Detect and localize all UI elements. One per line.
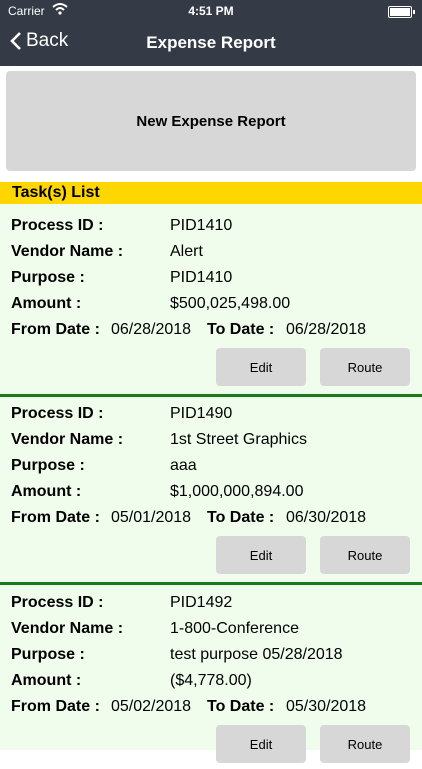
to-date-label: To Date : [207,321,275,338]
from-date-label: From Date : [11,321,100,338]
purpose-label: Purpose : [11,269,85,286]
page-title: Expense Report [146,33,276,52]
vendor-name-value: 1st Street Graphics [170,431,307,448]
purpose-label: Purpose : [11,646,85,663]
route-button[interactable]: Route [320,348,410,386]
purpose-value: PID1410 [170,269,233,286]
battery-icon [388,6,415,18]
from-date-label: From Date : [11,698,100,715]
edit-button[interactable]: Edit [216,348,306,386]
task-card: Process ID : PID1410 Vendor Name : Alert P… [0,204,422,397]
amount-label: Amount : [11,483,82,500]
vendor-name-value: Alert [170,243,203,260]
edit-button[interactable]: Edit [216,725,306,763]
tasks-list-title: Task(s) List [12,184,100,201]
process-id-label: Process ID : [11,405,104,422]
to-date-value: 06/30/2018 [286,509,367,526]
to-date-label: To Date : [207,509,275,526]
status-bar: Carrier 4:51 PM [0,0,422,22]
to-date-value: 06/28/2018 [286,321,367,338]
from-date-value: 06/28/2018 [111,321,192,338]
task-card: Process ID : PID1490 Vendor Name : 1st Str… [0,392,422,585]
vendor-name-label: Vendor Name : [11,243,124,260]
vendor-name-label: Vendor Name : [11,620,124,637]
amount-value: ($4,778.00) [170,672,252,689]
from-date-label: From Date : [11,509,100,526]
amount-value: $500,025,498.00 [170,295,291,312]
purpose-label: Purpose : [11,457,85,474]
vendor-name-value: 1-800-Conference [170,620,299,637]
purpose-value: test purpose 05/28/2018 [170,646,343,663]
amount-label: Amount : [11,672,82,689]
task-list[interactable]: Process ID : PID1410 Vendor Name : Alert P… [0,204,422,763]
purpose-value: aaa [170,457,197,474]
to-date-label: To Date : [207,698,275,715]
from-date-value: 05/02/2018 [111,698,192,715]
route-button[interactable]: Route [320,725,410,763]
amount-value: $1,000,000,894.00 [170,483,304,500]
tasks-list-header: Task(s) List [0,182,422,204]
nav-header: Carrier 4:51 PM Back Expense Report [0,0,422,66]
process-id-label: Process ID : [11,217,104,234]
status-time: 4:51 PM [188,4,234,18]
process-id-value: PID1490 [170,405,233,422]
process-id-label: Process ID : [11,594,104,611]
new-expense-report-button[interactable]: New Expense Report [6,71,416,171]
edit-button[interactable]: Edit [216,536,306,574]
route-button[interactable]: Route [320,536,410,574]
amount-label: Amount : [11,295,82,312]
from-date-value: 05/01/2018 [111,509,192,526]
task-card: Process ID : PID1492 Vendor Name : 1-800-C… [0,581,422,769]
vendor-name-label: Vendor Name : [11,431,124,448]
process-id-value: PID1492 [170,594,233,611]
process-id-value: PID1410 [170,217,233,234]
to-date-value: 05/30/2018 [286,698,367,715]
